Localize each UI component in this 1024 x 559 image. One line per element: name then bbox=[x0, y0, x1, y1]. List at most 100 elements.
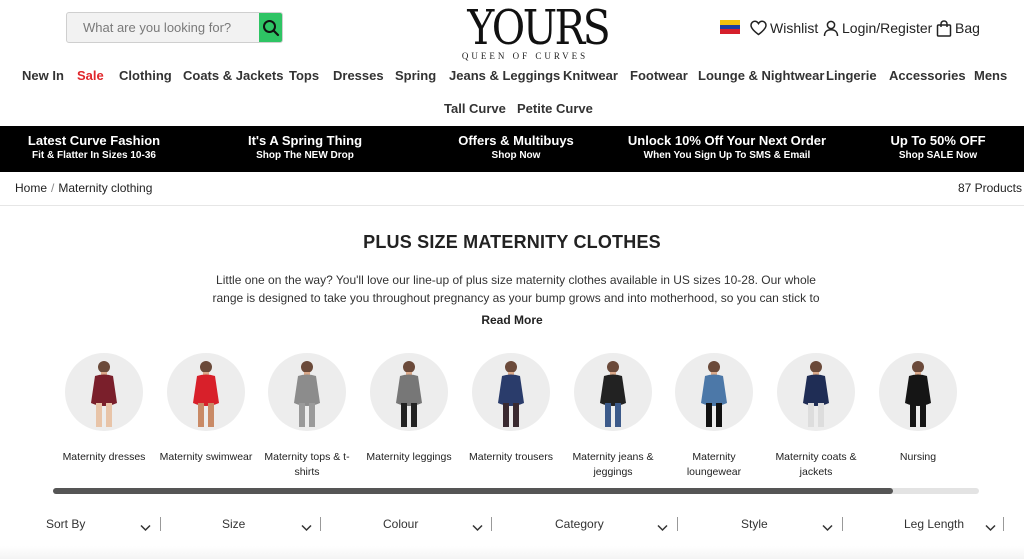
login-register-link[interactable]: Login/Register bbox=[823, 18, 932, 38]
nav-item[interactable]: Spring bbox=[395, 68, 436, 83]
nav-item[interactable]: Coats & Jackets bbox=[183, 68, 283, 83]
category-tile[interactable]: Maternity coats & jackets bbox=[766, 353, 866, 480]
breadcrumb-separator: / bbox=[51, 181, 55, 195]
nav-item[interactable]: Clothing bbox=[119, 68, 172, 83]
category-label: Maternity dresses bbox=[62, 451, 146, 463]
category-tile[interactable]: Maternity dresses bbox=[54, 353, 154, 465]
promo-item[interactable]: It's A Spring Thing Shop The NEW Drop bbox=[248, 133, 362, 162]
category-image[interactable] bbox=[472, 353, 550, 431]
promo-subtitle: Shop Now bbox=[491, 150, 541, 161]
chevron-down-icon[interactable] bbox=[657, 519, 668, 532]
nav-item[interactable]: Tops bbox=[289, 68, 319, 83]
nav-item[interactable]: Petite Curve bbox=[517, 101, 593, 116]
nav-item[interactable]: Mens bbox=[974, 68, 1007, 83]
model-figure-icon bbox=[498, 361, 524, 427]
user-icon bbox=[823, 20, 839, 36]
search-input[interactable] bbox=[67, 13, 259, 42]
filter-dropdown[interactable]: Style bbox=[741, 515, 768, 533]
chevron-down-icon[interactable] bbox=[301, 519, 312, 532]
category-tile[interactable]: Maternity leggings bbox=[359, 353, 459, 465]
venezuela-flag-icon[interactable] bbox=[720, 20, 740, 35]
category-label: Maternity tops & t-shirts bbox=[264, 451, 350, 478]
nav-item[interactable]: Accessories bbox=[889, 68, 966, 83]
promo-subtitle: Shop The NEW Drop bbox=[256, 150, 354, 161]
nav-item[interactable]: Jeans & Leggings bbox=[449, 68, 560, 83]
filter-label: Colour bbox=[383, 517, 419, 531]
filter-dropdown[interactable]: Leg Length bbox=[904, 515, 964, 533]
filter-label: Sort By bbox=[46, 517, 86, 531]
product-count: 87 Products bbox=[957, 181, 1022, 195]
promo-item[interactable]: Latest Curve Fashion Fit & Flatter In Si… bbox=[28, 133, 160, 162]
category-tile[interactable]: Maternity swimwear bbox=[156, 353, 256, 465]
chevron-down-icon[interactable] bbox=[985, 519, 996, 532]
category-image[interactable] bbox=[167, 353, 245, 431]
filter-dropdown[interactable]: Size bbox=[222, 515, 245, 533]
chevron-down-icon[interactable] bbox=[822, 519, 833, 532]
chevron-down-icon[interactable] bbox=[472, 519, 483, 532]
filter-dropdown[interactable]: Sort By bbox=[46, 515, 85, 533]
promo-subtitle: Shop SALE Now bbox=[898, 150, 978, 161]
nav-item[interactable]: Knitwear bbox=[563, 68, 618, 83]
promo-item[interactable]: Up To 50% OFF Shop SALE Now bbox=[890, 133, 985, 162]
breadcrumb-home[interactable]: Home bbox=[15, 181, 47, 195]
filter-separator bbox=[842, 517, 843, 531]
chevron-down-icon[interactable] bbox=[140, 519, 151, 532]
category-image[interactable] bbox=[777, 353, 855, 431]
category-tile[interactable]: Maternity jeans & jeggings bbox=[563, 353, 663, 480]
nav-item-sale[interactable]: Sale bbox=[77, 68, 104, 83]
category-label: Maternity jeans & jeggings bbox=[572, 451, 654, 478]
promo-subtitle: When You Sign Up To SMS & Email bbox=[643, 150, 811, 161]
bag-link[interactable]: Bag bbox=[936, 18, 980, 38]
search-bar[interactable] bbox=[66, 12, 283, 43]
category-image[interactable] bbox=[268, 353, 346, 431]
nav-item[interactable]: Footwear bbox=[630, 68, 688, 83]
category-label: Maternity loungewear bbox=[686, 451, 742, 478]
read-more-link[interactable]: Read More bbox=[0, 313, 1024, 327]
divider bbox=[0, 205, 1024, 206]
secondary-nav: Tall Curve Petite Curve bbox=[0, 101, 1024, 119]
logo-wordmark: YOURS bbox=[467, 0, 610, 56]
bag-label: Bag bbox=[955, 20, 980, 36]
promo-title: Offers & Multibuys bbox=[458, 133, 574, 148]
nav-item[interactable]: Lounge & Nightwear bbox=[698, 68, 824, 83]
promo-title: Unlock 10% Off Your Next Order bbox=[627, 133, 827, 148]
category-image[interactable] bbox=[879, 353, 957, 431]
page-description: Little one on the way? You'll love our l… bbox=[212, 273, 820, 305]
category-tile[interactable]: Maternity loungewear bbox=[664, 353, 764, 480]
bag-icon bbox=[936, 19, 952, 37]
category-label: Maternity trousers bbox=[468, 451, 554, 463]
wishlist-link[interactable]: Wishlist bbox=[750, 18, 818, 38]
category-tile[interactable]: Maternity tops & t-shirts bbox=[257, 353, 357, 480]
brand-logo[interactable]: YOURS QUEEN OF CURVES bbox=[455, 4, 611, 61]
category-image[interactable] bbox=[675, 353, 753, 431]
promo-strip: Latest Curve Fashion Fit & Flatter In Si… bbox=[0, 126, 1024, 172]
search-button[interactable] bbox=[259, 13, 282, 42]
carousel-scrollbar[interactable] bbox=[53, 488, 979, 494]
category-image[interactable] bbox=[574, 353, 652, 431]
category-image[interactable] bbox=[65, 353, 143, 431]
promo-item[interactable]: Offers & Multibuys Shop Now bbox=[458, 133, 574, 162]
breadcrumb: Home / Maternity clothing bbox=[15, 181, 152, 195]
filter-separator bbox=[491, 517, 492, 531]
category-tile[interactable]: Nursing bbox=[868, 353, 968, 465]
nav-item[interactable]: Tall Curve bbox=[444, 101, 506, 116]
filter-separator bbox=[1003, 517, 1004, 531]
model-figure-icon bbox=[396, 361, 422, 427]
promo-title: Latest Curve Fashion bbox=[27, 133, 161, 148]
filter-dropdown[interactable]: Colour bbox=[383, 515, 418, 533]
carousel-scroll-thumb[interactable] bbox=[53, 488, 893, 494]
filter-label: Size bbox=[222, 517, 246, 531]
category-image[interactable] bbox=[370, 353, 448, 431]
wishlist-label: Wishlist bbox=[770, 20, 819, 36]
nav-item[interactable]: New In bbox=[22, 68, 64, 83]
filter-dropdown[interactable]: Category bbox=[555, 515, 604, 533]
nav-item[interactable]: Lingerie bbox=[826, 68, 877, 83]
category-label: Nursing bbox=[899, 451, 937, 463]
category-label: Maternity swimwear bbox=[159, 451, 253, 463]
breadcrumb-current: Maternity clothing bbox=[58, 181, 153, 195]
filter-separator bbox=[320, 517, 321, 531]
promo-title: It's A Spring Thing bbox=[247, 133, 363, 148]
nav-item[interactable]: Dresses bbox=[333, 68, 384, 83]
category-tile[interactable]: Maternity trousers bbox=[461, 353, 561, 465]
promo-item[interactable]: Unlock 10% Off Your Next Order When You … bbox=[628, 133, 826, 162]
